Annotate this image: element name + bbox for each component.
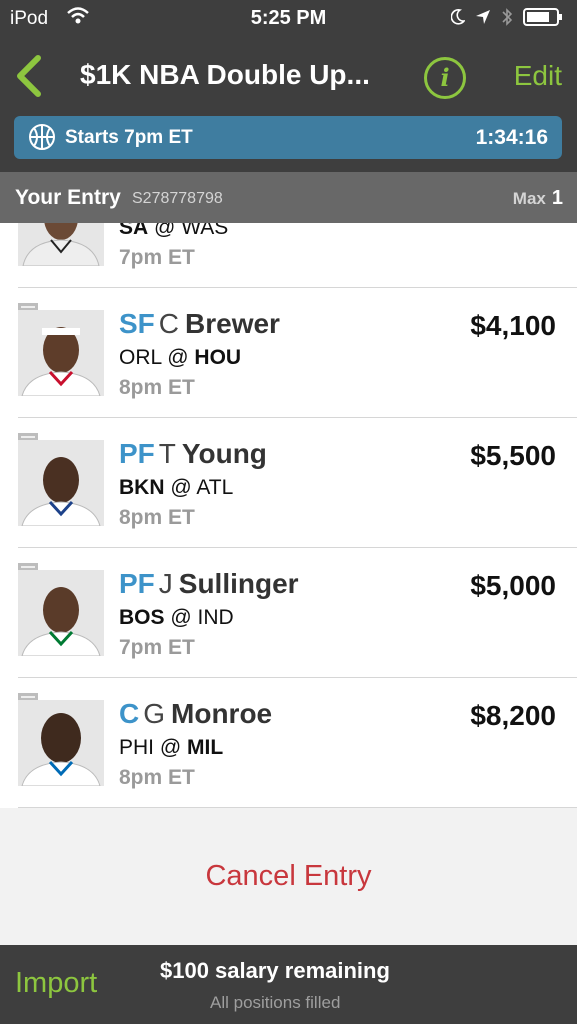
edit-button[interactable]: Edit [514, 60, 562, 92]
player-row[interactable]: PF T Young BKN @ ATL 8pm ET $5,500 [0, 418, 577, 548]
cancel-entry-button[interactable]: Cancel Entry [0, 860, 577, 893]
chevron-left-icon [17, 55, 41, 97]
max-label: Max [512, 189, 546, 208]
player-first-initial: T [158, 438, 176, 469]
player-name: C G Monroe [119, 698, 272, 730]
home-team: ATL [196, 476, 234, 499]
navigation-bar: $1K NBA Double Up... i Edit [0, 36, 577, 116]
player-row[interactable]: SA @ WAS 7pm ET [0, 223, 577, 288]
at-sign: @ [159, 736, 182, 759]
battery-icon [523, 8, 562, 26]
player-matchup: BOS @ IND [119, 606, 234, 630]
player-list[interactable]: SA @ WAS 7pm ET SF C Brewer ORL @ HOU 8pm … [0, 223, 577, 808]
player-name: PF T Young [119, 438, 267, 470]
player-matchup: ORL @ HOU [119, 346, 241, 370]
status-bar: iPod 5:25 PM [0, 0, 577, 36]
player-first-initial: C [158, 308, 180, 339]
game-time: 8pm ET [119, 506, 195, 529]
banner-container: Starts 7pm ET 1:34:16 [0, 116, 577, 172]
player-position: C [119, 698, 140, 729]
home-team: MIL [187, 736, 224, 759]
at-sign: @ [170, 606, 192, 629]
game-time: 7pm ET [119, 246, 195, 269]
player-headshot [18, 570, 104, 656]
max-value: 1 [551, 187, 563, 209]
away-team: ORL [119, 346, 162, 369]
player-headshot [18, 440, 104, 526]
entry-id: S278778798 [132, 190, 223, 207]
away-team: SA [119, 223, 149, 239]
player-last-name: Monroe [171, 698, 273, 729]
info-button[interactable]: i [424, 57, 466, 99]
max-entries: Max 1 [513, 187, 563, 210]
player-row[interactable]: C G Monroe PHI @ MIL 8pm ET $8,200 [0, 678, 577, 808]
countdown-timer: 1:34:16 [475, 126, 548, 149]
player-matchup: PHI @ MIL [119, 736, 223, 760]
footer-bar: Import $100 salary remaining All positio… [0, 945, 577, 1024]
bluetooth-icon [502, 8, 513, 26]
player-last-name: Young [181, 438, 267, 469]
home-team: IND [197, 606, 234, 629]
player-first-initial: J [158, 568, 173, 599]
start-time-text: Starts 7pm ET [65, 127, 193, 148]
player-position: SF [119, 308, 155, 339]
at-sign: @ [154, 223, 176, 239]
player-salary: $5,500 [470, 440, 556, 471]
status-icons [451, 7, 563, 27]
player-headshot [18, 310, 104, 396]
salary-remaining: $100 salary remaining [160, 958, 390, 983]
at-sign: @ [170, 476, 192, 499]
player-row[interactable]: SF C Brewer ORL @ HOU 8pm ET $4,100 [0, 288, 577, 418]
player-row[interactable]: PF J Sullinger BOS @ IND 7pm ET $5,000 [0, 548, 577, 678]
player-last-name: Brewer [185, 308, 280, 339]
player-name: SF C Brewer [119, 308, 280, 340]
player-salary: $5,000 [470, 570, 556, 601]
player-headshot [18, 223, 104, 266]
player-matchup: BKN @ ATL [119, 476, 233, 500]
basketball-icon [28, 123, 56, 156]
home-team: WAS [181, 223, 229, 239]
player-name: PF J Sullinger [119, 568, 299, 600]
positions-status: All positions filled [210, 993, 341, 1012]
contest-title: $1K NBA Double Up... [80, 59, 370, 90]
player-position: PF [119, 438, 155, 469]
back-button[interactable] [12, 54, 46, 98]
away-team: BKN [119, 476, 165, 499]
moon-icon [451, 9, 465, 25]
location-arrow-icon [476, 10, 490, 24]
game-time: 8pm ET [119, 766, 195, 789]
import-button[interactable]: Import [15, 967, 97, 1000]
away-team: BOS [119, 606, 165, 629]
player-matchup: SA @ WAS [119, 223, 228, 240]
cancel-section: Cancel Entry [0, 808, 577, 945]
entry-header: Your Entry S278778798 Max 1 [0, 172, 577, 223]
away-team: PHI [119, 736, 155, 759]
player-headshot [18, 700, 104, 786]
game-time: 7pm ET [119, 636, 195, 659]
game-time: 8pm ET [119, 376, 195, 399]
player-position: PF [119, 568, 155, 599]
player-first-initial: G [143, 698, 166, 729]
player-salary: $4,100 [470, 310, 556, 341]
start-banner: Starts 7pm ET 1:34:16 [14, 116, 562, 159]
player-salary: $8,200 [470, 700, 556, 731]
home-team: HOU [194, 346, 242, 369]
entry-label: Your Entry [15, 186, 121, 209]
at-sign: @ [167, 346, 189, 369]
player-last-name: Sullinger [178, 568, 299, 599]
